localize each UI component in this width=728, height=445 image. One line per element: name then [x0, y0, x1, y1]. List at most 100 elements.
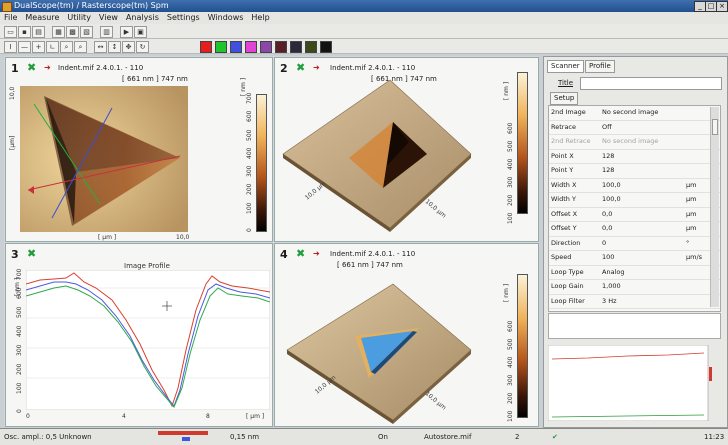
- export-icon[interactable]: ▧: [80, 26, 93, 38]
- property-row[interactable]: Point X 128: [549, 150, 720, 164]
- tab-profile[interactable]: Profile: [585, 60, 615, 73]
- panel-2-3d-view[interactable]: 10,0 μm 10,0 μm: [275, 58, 505, 241]
- panel-1[interactable]: 1 ✖ ➜ Indent.mif 2.4.0.1. - 110 [ 661 nm…: [5, 57, 273, 242]
- save-icon[interactable]: ▪: [18, 26, 31, 38]
- panel-4[interactable]: 4 ✖ ➜ Indent.mif 2.4.0.1. - 110 [ 661 nm…: [274, 243, 539, 427]
- color-swatch-5[interactable]: [260, 41, 272, 53]
- close-button[interactable]: ×: [716, 1, 728, 12]
- color-swatch-7[interactable]: [290, 41, 302, 53]
- scale-tick: 500: [507, 140, 514, 152]
- property-row[interactable]: 2nd Image No second image: [549, 106, 720, 121]
- property-row[interactable]: Loop Type Analog: [549, 266, 720, 280]
- menu-settings[interactable]: Settings: [163, 12, 204, 24]
- color-swatch-6[interactable]: [275, 41, 287, 53]
- property-value: 0,0: [602, 224, 613, 232]
- open-folder-icon[interactable]: ▭: [4, 26, 17, 38]
- panel-2[interactable]: 2 ✖ ➜ Indent.mif 2.4.0.1. - 110 [ 661 nm…: [274, 57, 539, 242]
- cross-icon[interactable]: +: [32, 41, 45, 53]
- zoom-in-icon[interactable]: ⌕: [60, 41, 73, 53]
- panel-1-x-label: [ μm ]: [98, 234, 117, 241]
- window-icon[interactable]: ▣: [134, 26, 147, 38]
- scale-tick: 700: [246, 92, 253, 104]
- tab-scanner[interactable]: Scanner: [547, 60, 584, 73]
- angle-icon[interactable]: ∟: [46, 41, 59, 53]
- property-unit: μm/s: [686, 253, 703, 261]
- property-label: Speed: [551, 253, 572, 261]
- property-label: Point X: [551, 151, 574, 160]
- profile-y-tick: 500: [16, 306, 23, 318]
- zoom-out-icon[interactable]: ⌕: [74, 41, 87, 53]
- color-swatch-4[interactable]: [245, 41, 257, 53]
- setup-button[interactable]: Setup: [550, 92, 579, 105]
- panel-3[interactable]: 3 ✖ Image Profile [ nm ] 700 600 500 400 300…: [5, 243, 273, 427]
- property-row[interactable]: Offset X 0,0 μm: [549, 208, 720, 222]
- property-label: Point Y: [551, 166, 574, 174]
- scanner-properties: 2nd Image No second image Retrace Off 2nd Re…: [548, 105, 721, 312]
- property-label: Loop Filter: [551, 296, 585, 305]
- play-icon[interactable]: ▶: [120, 26, 133, 38]
- color-swatch-8[interactable]: [305, 41, 317, 53]
- menu-measure[interactable]: Measure: [21, 12, 63, 24]
- property-row[interactable]: Retrace Off: [549, 121, 720, 135]
- menu-windows[interactable]: Windows: [204, 12, 248, 24]
- property-unit: μm: [686, 224, 697, 232]
- profile-x-tick: 4: [122, 413, 126, 420]
- property-value: 100,0: [602, 195, 621, 203]
- cursor-icon[interactable]: I: [4, 41, 17, 53]
- menu-view[interactable]: View: [95, 12, 122, 24]
- panel-1-arrow-icon[interactable]: ➜: [44, 63, 51, 72]
- color-swatch-3[interactable]: [230, 41, 242, 53]
- panel-3-status-icon[interactable]: ✖: [27, 247, 36, 260]
- scanner-panel: Scanner Profile Title Setup 2nd Image No …: [543, 56, 728, 428]
- property-row[interactable]: Offset Y 0,0 μm: [549, 222, 720, 237]
- title-input[interactable]: [580, 77, 722, 90]
- panel-2-axis-right: 10,0 μm: [424, 198, 448, 219]
- print-icon[interactable]: ▤: [32, 26, 45, 38]
- menu-help[interactable]: Help: [247, 12, 273, 24]
- property-row[interactable]: Point Y 128: [549, 164, 720, 179]
- property-row[interactable]: Width X 100,0 μm: [549, 179, 720, 193]
- move-icon[interactable]: ✥: [122, 41, 135, 53]
- color-swatch-1[interactable]: [200, 41, 212, 53]
- property-row[interactable]: Loop Gain 1,000: [549, 280, 720, 295]
- property-label: Width X: [551, 180, 577, 189]
- panel-1-status-icon[interactable]: ✖: [27, 61, 36, 74]
- property-row[interactable]: Loop Prop. 24: [549, 309, 720, 311]
- property-unit: μm: [686, 180, 697, 189]
- profile-y-tick: 600: [16, 287, 23, 299]
- property-row[interactable]: Speed 100 μm/s: [549, 251, 720, 266]
- scrollbar-thumb[interactable]: [712, 119, 718, 135]
- status-on: On: [378, 433, 388, 441]
- line-icon[interactable]: —: [18, 41, 31, 53]
- color-swatch-2[interactable]: [215, 41, 227, 53]
- status-value: 0,15 nm: [230, 433, 260, 441]
- horizontal-arrows-icon[interactable]: ↔: [94, 41, 107, 53]
- panel-3-profile-plot[interactable]: [26, 270, 270, 410]
- layout-icon[interactable]: ▥: [100, 26, 113, 38]
- menu-file[interactable]: File: [0, 12, 21, 24]
- panel-4-3d-view[interactable]: 10,0 μm 10,0 μm: [275, 244, 505, 426]
- property-row[interactable]: Loop Filter 3 Hz: [549, 295, 720, 309]
- panel-1-y-max: 10,0: [9, 86, 16, 100]
- properties-scrollbar[interactable]: [710, 107, 719, 307]
- panel-4-scale-unit: [ nm ]: [503, 283, 510, 302]
- property-label: Offset X: [551, 209, 578, 218]
- property-label: Offset Y: [551, 224, 577, 232]
- scale-tick: 200: [507, 392, 514, 404]
- menu-utility[interactable]: Utility: [63, 12, 95, 24]
- photo-icon[interactable]: ▩: [66, 26, 79, 38]
- status-check-icon: ✔: [552, 433, 558, 441]
- image-tool-icon[interactable]: ▦: [52, 26, 65, 38]
- property-row[interactable]: Width Y 100,0 μm: [549, 193, 720, 208]
- vertical-arrows-icon[interactable]: ↕: [108, 41, 121, 53]
- panel-1-afm-image[interactable]: [20, 86, 188, 232]
- property-row[interactable]: 2nd Retrace No second image: [549, 135, 720, 150]
- rotate-icon[interactable]: ↻: [136, 41, 149, 53]
- menu-analysis[interactable]: Analysis: [122, 12, 163, 24]
- scale-tick: 100: [507, 212, 514, 224]
- description-box[interactable]: [548, 313, 721, 339]
- property-row[interactable]: Direction 0 °: [549, 237, 720, 251]
- color-swatch-9[interactable]: [320, 41, 332, 53]
- status-clock: 11:23: [704, 433, 725, 441]
- panel-1-file: Indent.mif 2.4.0.1. - 110: [58, 64, 144, 72]
